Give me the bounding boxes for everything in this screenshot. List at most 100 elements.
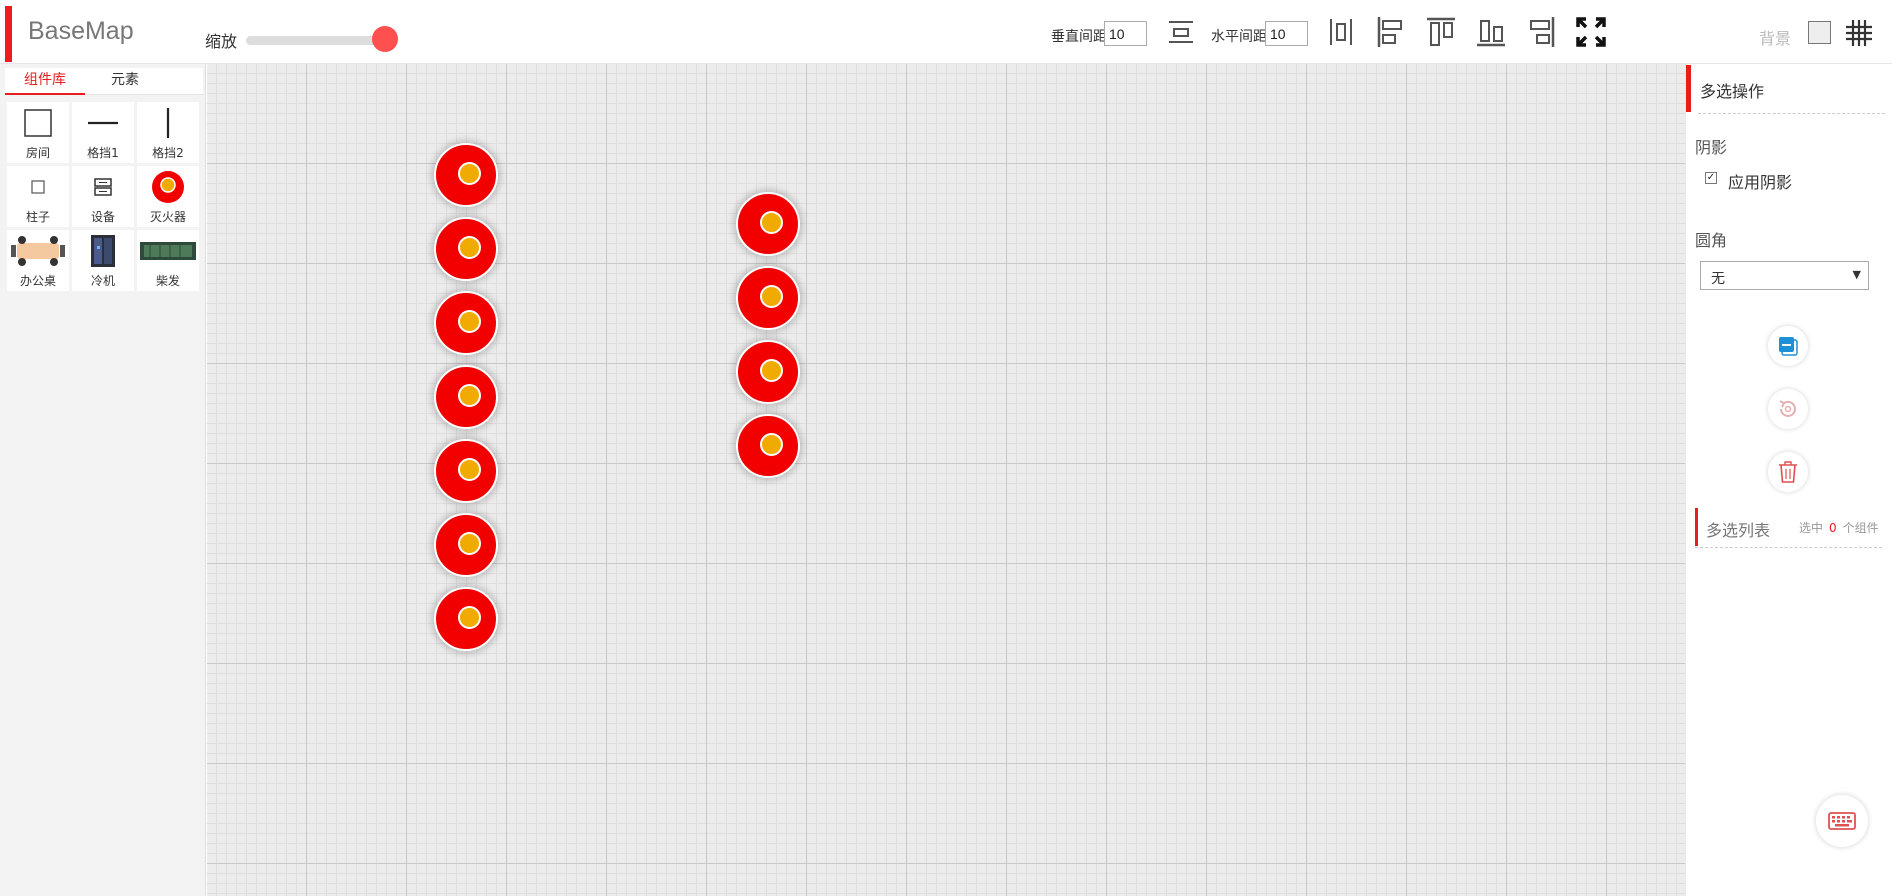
selected-count-value: 0 [1829, 521, 1837, 535]
device-icon [72, 169, 134, 205]
delete-button[interactable] [1768, 452, 1808, 492]
background-color-swatch[interactable] [1808, 21, 1831, 44]
chiller-icon [72, 233, 134, 269]
extinguisher-core [458, 532, 481, 555]
component-label: 房间 [25, 146, 50, 160]
component-label: 设备 [90, 210, 115, 224]
list-accent-bar [1695, 508, 1698, 546]
extinguisher-core [458, 606, 481, 629]
component-partition-2[interactable]: 格挡2 [137, 102, 199, 163]
component-chiller[interactable]: 冷机 [72, 230, 134, 291]
fire-extinguisher-item[interactable] [434, 587, 498, 651]
component-label: 柴发 [155, 274, 180, 288]
horizontal-spacing-input[interactable] [1265, 21, 1308, 46]
panel-accent-bar [1686, 65, 1691, 112]
vertical-spacing-input[interactable] [1104, 21, 1147, 46]
component-label: 格挡2 [152, 146, 184, 160]
component-office-desk[interactable]: 办公桌 [7, 230, 69, 291]
align-top-icon[interactable] [1424, 14, 1458, 50]
office-desk-icon [7, 233, 69, 269]
divider [1698, 113, 1885, 114]
fire-extinguisher-item[interactable] [736, 266, 800, 330]
copy-icon [1779, 337, 1798, 356]
fire-extinguisher-icon [137, 169, 199, 205]
top-toolbar: BaseMap 缩放 垂直间距: 水平间距: 背景 [0, 0, 1892, 64]
diesel-generator-icon [137, 233, 199, 269]
app-title: BaseMap [28, 17, 134, 45]
background-label: 背景 [1759, 29, 1792, 48]
extinguisher-core [760, 433, 783, 456]
fire-extinguisher-item[interactable] [434, 365, 498, 429]
delete-icon [1779, 461, 1797, 483]
component-device[interactable]: 设备 [72, 166, 134, 227]
keyboard-shortcuts-button[interactable] [1816, 795, 1868, 847]
zoom-slider-thumb[interactable] [372, 26, 398, 52]
extinguisher-core [458, 162, 481, 185]
tab-elements[interactable]: 元素 [85, 68, 165, 95]
component-fire-extinguisher[interactable]: 灭火器 [137, 166, 199, 227]
zoom-label: 缩放 [205, 32, 238, 51]
component-label: 柱子 [25, 210, 50, 224]
extinguisher-core [760, 359, 783, 382]
extinguisher-core [458, 384, 481, 407]
component-diesel-generator[interactable]: 柴发 [137, 230, 199, 291]
extinguisher-core [458, 236, 481, 259]
fire-extinguisher-item[interactable] [434, 143, 498, 207]
grid-toggle-icon[interactable] [1845, 19, 1873, 47]
app-window: BaseMap 缩放 垂直间距: 水平间距: 背景 [0, 0, 1892, 896]
panel-title: 多选操作 [1700, 82, 1765, 101]
horizontal-distribute-icon[interactable] [1324, 14, 1358, 50]
rotate-button[interactable] [1768, 389, 1808, 429]
rotate-icon [1779, 400, 1796, 417]
extinguisher-core [458, 310, 481, 333]
component-label: 灭火器 [149, 210, 186, 224]
partition-horizontal-icon [72, 105, 134, 141]
component-pillar[interactable]: 柱子 [7, 166, 69, 227]
apply-shadow-checkbox[interactable]: ✓ [1705, 172, 1717, 184]
map-canvas[interactable] [207, 64, 1685, 896]
extinguisher-core [458, 458, 481, 481]
vertical-spacing-label: 垂直间距: [1051, 29, 1112, 45]
selected-suffix: 个组件 [1842, 521, 1879, 535]
tab-component-library[interactable]: 组件库 [5, 68, 85, 95]
brand-accent-bar [5, 6, 12, 62]
fire-extinguisher-item[interactable] [434, 439, 498, 503]
align-left-icon[interactable] [1374, 14, 1408, 50]
component-label: 格挡1 [87, 146, 119, 160]
fire-extinguisher-item[interactable] [736, 192, 800, 256]
chevron-down-icon: ▼ [1852, 268, 1861, 281]
component-label: 办公桌 [19, 274, 56, 288]
component-panel: 组件库 元素 房间 格挡1 格挡2 柱子 设备 灭火器 办公桌 冷机 柴发 [0, 64, 206, 896]
partition-vertical-icon [137, 105, 199, 141]
multi-select-panel: 多选操作 阴影 ✓ 应用阴影 圆角 无 ▼ 多选列表 选中 0 个组件 [1685, 64, 1892, 896]
component-partition-1[interactable]: 格挡1 [72, 102, 134, 163]
fire-extinguisher-item[interactable] [434, 291, 498, 355]
apply-shadow-label: 应用阴影 [1728, 173, 1793, 192]
align-bottom-icon[interactable] [1474, 14, 1508, 50]
corner-heading: 圆角 [1695, 231, 1728, 250]
fire-extinguisher-item[interactable] [736, 414, 800, 478]
selected-prefix: 选中 [1799, 521, 1824, 535]
fire-extinguisher-item[interactable] [736, 340, 800, 404]
horizontal-spacing-label: 水平间距: [1211, 29, 1272, 45]
component-label: 冷机 [90, 274, 115, 288]
component-room[interactable]: 房间 [7, 102, 69, 163]
selection-count: 选中 0 个组件 [1799, 519, 1879, 536]
align-right-icon[interactable] [1524, 14, 1558, 50]
panel-tabs: 组件库 元素 [5, 68, 203, 95]
corner-radius-value: 无 [1711, 271, 1725, 287]
fire-extinguisher-item[interactable] [434, 513, 498, 577]
keyboard-icon [1828, 812, 1856, 830]
selection-list-title: 多选列表 [1706, 521, 1771, 540]
vertical-distribute-icon[interactable] [1164, 14, 1198, 50]
zoom-slider-track[interactable] [246, 36, 386, 45]
divider [1695, 547, 1882, 548]
fullscreen-icon[interactable] [1574, 14, 1608, 50]
extinguisher-core [760, 285, 783, 308]
copy-button[interactable] [1768, 326, 1808, 366]
extinguisher-core [760, 211, 783, 234]
room-icon [7, 105, 69, 141]
corner-radius-select[interactable]: 无 ▼ [1700, 261, 1869, 290]
shadow-heading: 阴影 [1695, 138, 1728, 157]
fire-extinguisher-item[interactable] [434, 217, 498, 281]
